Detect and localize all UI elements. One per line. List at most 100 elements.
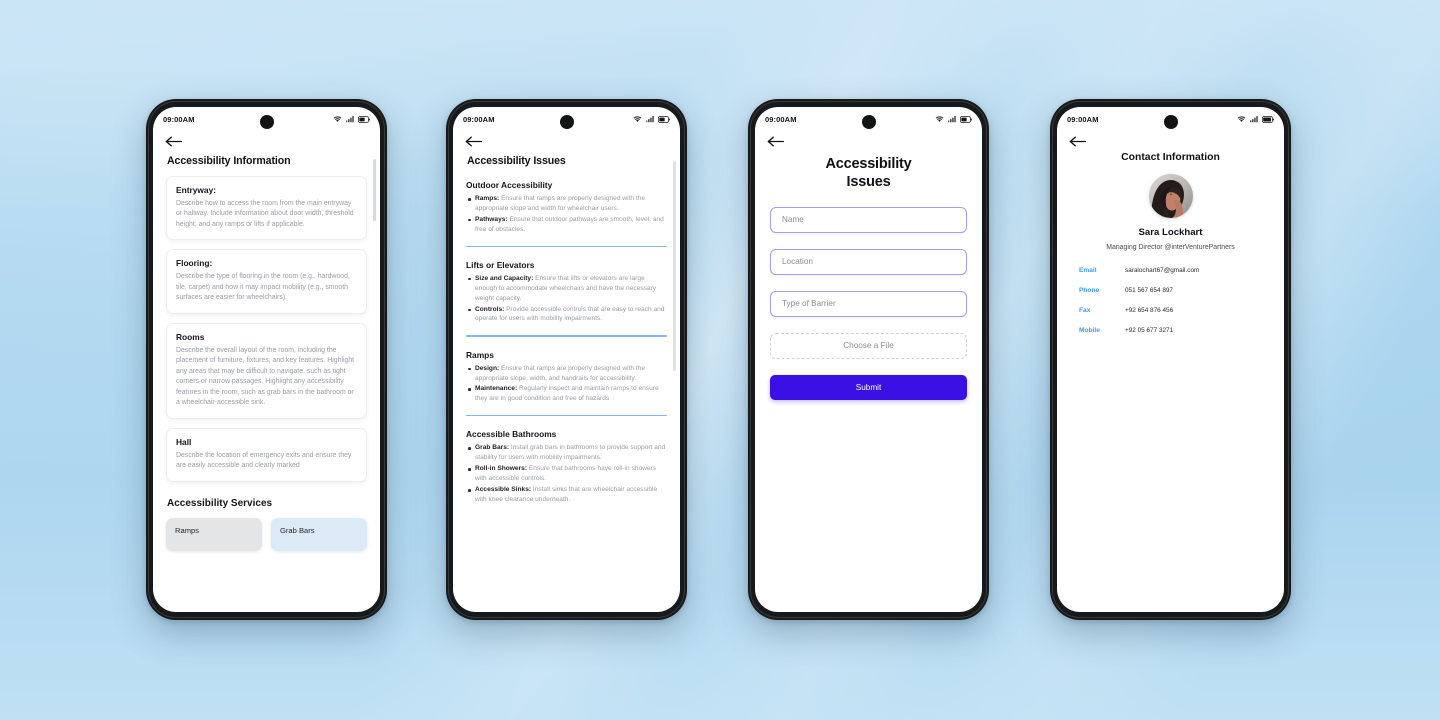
list-item-term: Grab Bars: [475,444,510,452]
back-row-1 [153,131,380,148]
submit-button[interactable]: Submit [770,374,967,400]
info-card-flooring: Flooring: Describe the type of flooring … [166,249,367,314]
card-body: Describe the type of flooring in the roo… [176,273,350,302]
contact-label: Phone [1079,287,1100,294]
avatar-wrapper [1057,174,1284,218]
list-item-term: Size and Capacity: [475,274,534,282]
list-item: Maintenance: Regularly inspect and maint… [466,384,667,404]
camera-punch-hole-icon [259,115,274,129]
battery-icon [358,115,370,123]
contact-value[interactable]: +92 05 677 3271 [1125,327,1173,334]
type-of-barrier-input[interactable]: Type of Barrier [770,290,967,317]
services-heading: Accessibility Services [167,497,273,509]
list-item-term: Pathways: [475,215,508,223]
battery-icon [1262,115,1274,123]
contact-label: Email [1079,267,1097,274]
avatar [1148,174,1193,218]
phone-report-form: 09:00AM Accessibility Issues Name Locati… [748,99,989,620]
back-row-4 [1057,131,1284,148]
wifi-icon [935,116,944,122]
card-title: Rooms [176,331,205,342]
list-item-text: Ensure that ramps are properly designed … [475,195,646,212]
back-arrow-icon[interactable] [767,135,784,148]
back-arrow-icon[interactable] [465,135,482,148]
info-card-rooms: Rooms Describe the overall layout of the… [166,322,367,419]
service-chip-ramps[interactable]: Ramps [166,517,262,551]
scroll-area-3: Accessibility Issues Name Location Type … [755,131,982,612]
scroll-area-4: Contact Information Sara Lockhart Managi… [1057,131,1284,612]
signal-icon [646,116,654,123]
list-item: Roll-in Showers: Ensure that bathrooms h… [466,464,667,484]
list-item: Accessible Sinks: Install sinks that are… [466,485,667,505]
phone-contact-information: 09:00AM Contact Information Sara Lockhar… [1050,99,1291,620]
card-title: Entryway: [176,185,217,195]
signal-icon [346,116,354,123]
screen-1: 09:00AM Accessibility Information Entryw… [153,107,380,612]
scrollbar-thumb[interactable] [372,159,376,221]
back-arrow-icon[interactable] [165,135,182,148]
status-icons [1237,115,1274,123]
section-divider [466,415,667,417]
section-heading-outdoor-accessibility: Outdoor Accessibility [466,180,553,190]
camera-punch-hole-icon [1163,115,1178,129]
location-input[interactable]: Location [770,248,967,275]
back-arrow-icon[interactable] [1069,135,1086,148]
issue-list-accessible-bathrooms: Grab Bars: Install grab bars in bathroom… [466,443,667,504]
contact-name: Sara Lockhart [1138,227,1203,238]
battery-icon [960,115,972,123]
issue-list-ramps: Design: Ensure that ramps are properly d… [466,364,667,405]
list-item: Ramps: Ensure that ramps are properly de… [466,194,667,214]
status-time: 09:00AM [765,114,797,124]
list-item-term: Controls: [475,305,505,313]
list-item: Design: Ensure that ramps are properly d… [466,364,667,384]
contact-row-mobile[interactable]: Mobile +92 05 677 3271 [1079,327,1262,334]
wifi-icon [633,116,642,122]
camera-punch-hole-icon [559,115,574,129]
contact-value[interactable]: 051 567 654 897 [1125,287,1173,294]
card-body: Describe the location of emergency exits… [176,451,352,470]
page-title: Contact Information [1121,152,1220,163]
back-row-2 [453,131,680,148]
page-title: Accessibility Issues [467,155,566,167]
wifi-icon [333,116,342,122]
status-time: 09:00AM [463,114,495,124]
contact-row-phone[interactable]: Phone 051 567 654 897 [1079,287,1262,294]
page-title-line-1: Accessibility [825,156,912,172]
status-icons [935,115,972,123]
contact-label: Fax [1079,307,1091,314]
contact-value[interactable]: saralochart67@gmail.com [1125,267,1199,274]
contact-row-fax[interactable]: Fax +92 654 876 456 [1079,307,1262,314]
camera-punch-hole-icon [861,115,876,129]
section-heading-lifts-or-elevators: Lifts or Elevators [466,259,535,270]
issue-list-outdoor-accessibility: Ramps: Ensure that ramps are properly de… [466,194,667,235]
contact-label: Mobile [1079,327,1100,334]
scroll-area-1[interactable]: Accessibility Information Entryway: Desc… [153,131,380,612]
list-item-term: Design: [475,364,500,372]
info-card-entryway: Entryway: Describe how to access the roo… [166,176,367,241]
list-item-text: Provide accessible controls that are eas… [475,305,665,323]
section-divider [466,245,667,247]
services-chip-list: Ramps Grab Bars [153,509,380,551]
status-time: 09:00AM [163,114,195,124]
list-item: Size and Capacity: Ensure that lifts or … [466,274,667,304]
scrollbar-thumb[interactable] [672,161,676,371]
name-input[interactable]: Name [770,206,967,233]
battery-icon [658,115,670,123]
choose-file-dropzone[interactable]: Choose a File [770,332,967,359]
list-item-term: Roll-in Showers: [475,465,528,473]
contact-role: Managing Director @interVenturePartners [1106,244,1235,251]
report-form: Name Location Type of Barrier Choose a F… [755,192,982,400]
screen-3: 09:00AM Accessibility Issues Name Locati… [755,107,982,612]
section-heading-accessible-bathrooms: Accessible Bathrooms [466,429,557,440]
list-item: Pathways: Ensure that outdoor pathways a… [466,215,667,235]
list-item: Grab Bars: Install grab bars in bathroom… [466,443,667,463]
card-body: Describe the overall layout of the room,… [176,346,355,407]
section-heading-ramps: Ramps [466,349,494,360]
contact-value[interactable]: +92 654 876 456 [1125,307,1173,314]
service-chip-grab-bars[interactable]: Grab Bars [271,517,367,551]
issues-sections: Outdoor Accessibility Ramps: Ensure that… [453,180,680,505]
list-item-term: Maintenance: [475,385,518,393]
scroll-area-2[interactable]: Accessibility Issues Outdoor Accessibili… [453,131,680,612]
contact-row-email[interactable]: Email saralochart67@gmail.com [1079,267,1262,274]
card-body: Describe how to access the room from the… [176,200,354,228]
